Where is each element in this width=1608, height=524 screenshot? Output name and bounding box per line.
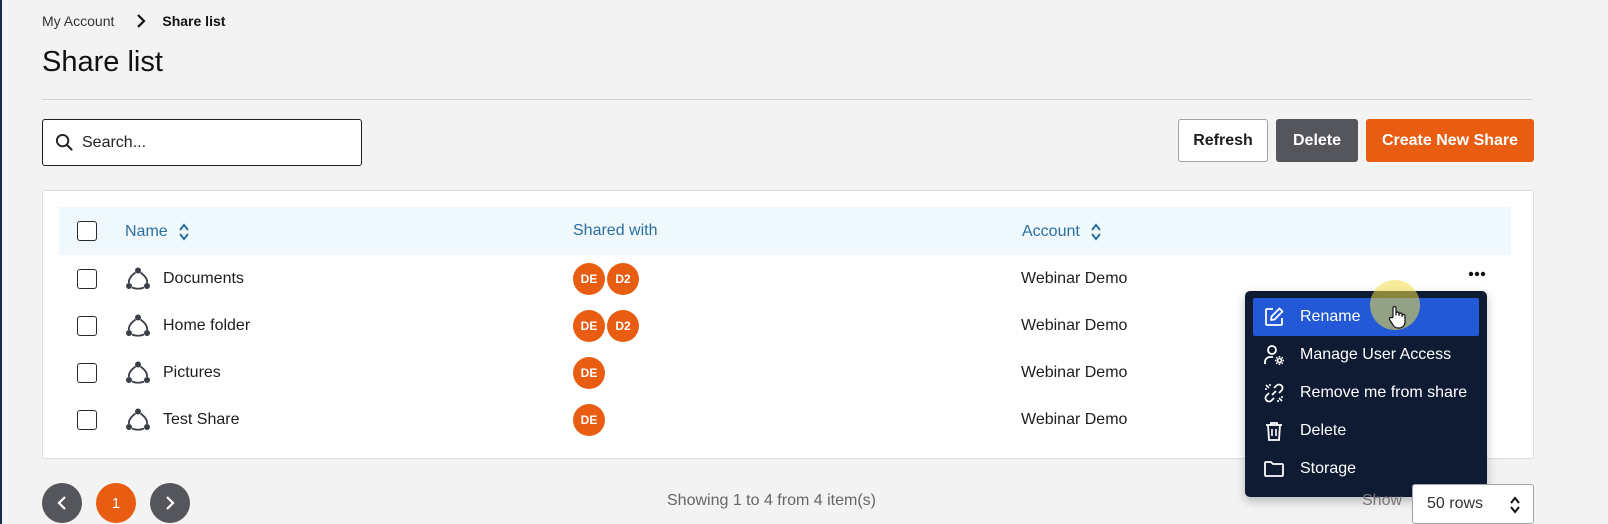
share-name[interactable]: Home folder (163, 317, 250, 335)
avatar: DE (573, 357, 605, 389)
menu-item-rename[interactable]: Rename (1253, 298, 1479, 336)
page-title: Share list (42, 46, 163, 78)
avatar: DE (573, 310, 605, 342)
avatar: DE (573, 263, 605, 295)
shared-with-avatars: DE (573, 357, 607, 389)
edit-icon (1265, 307, 1284, 326)
share-icon (126, 361, 150, 384)
column-name-header[interactable]: Name (125, 222, 190, 242)
breadcrumb-my-account[interactable]: My Account (42, 13, 114, 29)
search-box[interactable] (42, 119, 362, 166)
folder-icon (1264, 461, 1284, 477)
shared-with-avatars: DE D2 (573, 263, 641, 295)
sort-icon (1091, 223, 1101, 241)
avatar: D2 (607, 263, 639, 295)
sort-icon (1510, 496, 1520, 514)
share-name[interactable]: Pictures (163, 364, 221, 382)
menu-item-delete[interactable]: Delete (1253, 412, 1479, 450)
share-icon (126, 314, 150, 337)
rows-per-page-label: Show (1362, 492, 1403, 509)
more-horizontal-icon (1468, 271, 1486, 277)
unlink-icon (1264, 383, 1284, 403)
next-page-button[interactable] (150, 483, 190, 523)
row-checkbox[interactable] (77, 410, 97, 430)
account-name: Webinar Demo (1021, 411, 1128, 428)
rows-per-page-select[interactable]: 50 rows (1412, 484, 1534, 524)
create-new-share-button[interactable]: Create New Share (1366, 119, 1534, 162)
row-context-menu: Rename Manage User Access Remove me from… (1245, 291, 1487, 497)
avatar: DE (573, 404, 605, 436)
chevron-right-icon (136, 14, 146, 28)
title-divider (42, 99, 1532, 100)
pagination-summary: Showing 1 to 4 from 4 item(s) (667, 492, 876, 509)
row-checkbox[interactable] (77, 269, 97, 289)
user-gear-icon (1264, 345, 1284, 365)
share-name[interactable]: Test Share (163, 411, 239, 429)
select-all-checkbox[interactable] (77, 221, 97, 241)
menu-item-manage-user-access[interactable]: Manage User Access (1253, 336, 1479, 374)
row-checkbox[interactable] (77, 316, 97, 336)
account-name: Webinar Demo (1021, 270, 1128, 287)
menu-item-storage[interactable]: Storage (1253, 450, 1479, 488)
row-checkbox[interactable] (77, 363, 97, 383)
breadcrumb-current: Share list (162, 13, 226, 29)
delete-button[interactable]: Delete (1276, 119, 1358, 162)
more-options-button[interactable] (1462, 264, 1492, 284)
refresh-button[interactable]: Refresh (1178, 119, 1268, 162)
page-button-current[interactable]: 1 (96, 483, 136, 523)
search-input[interactable] (82, 133, 342, 152)
hand-pointer-icon (1388, 305, 1406, 329)
chevron-right-icon (166, 496, 175, 510)
search-icon (55, 133, 73, 151)
shared-with-avatars: DE D2 (573, 310, 641, 342)
share-icon (126, 408, 150, 431)
sort-icon (178, 223, 189, 241)
shared-with-avatars: DE (573, 404, 607, 436)
table-header: Name Shared with Account (59, 207, 1511, 255)
account-name: Webinar Demo (1021, 317, 1128, 334)
share-name[interactable]: Documents (163, 270, 244, 288)
share-icon (126, 267, 150, 290)
trash-icon (1266, 422, 1282, 441)
avatar: D2 (607, 310, 639, 342)
menu-item-remove-me-from-share[interactable]: Remove me from share (1253, 374, 1479, 412)
column-account-header[interactable]: Account (1022, 222, 1102, 242)
column-shared-with-header: Shared with (573, 222, 658, 239)
previous-page-button[interactable] (42, 483, 82, 523)
account-name: Webinar Demo (1021, 364, 1128, 381)
chevron-left-icon (57, 496, 66, 510)
breadcrumb: My Account Share list (42, 13, 225, 29)
